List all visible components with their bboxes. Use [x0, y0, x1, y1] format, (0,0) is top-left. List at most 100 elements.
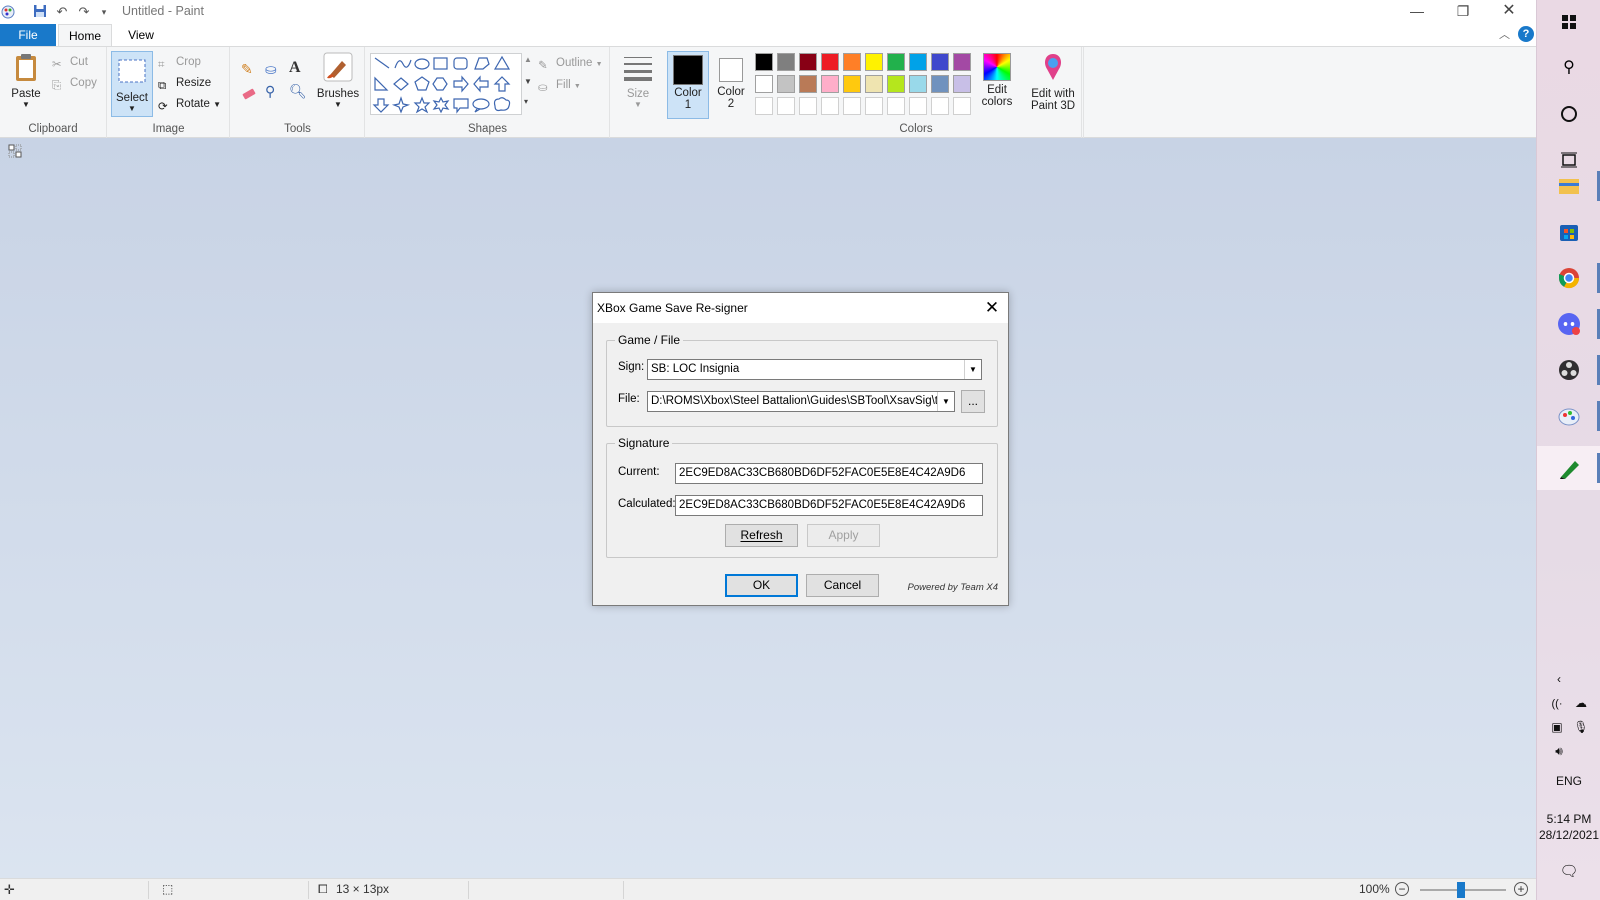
file-explorer-icon[interactable] [1553, 170, 1585, 202]
custom-color-slot[interactable] [887, 97, 905, 115]
brushes-button[interactable]: Brushes ▼ [314, 51, 362, 109]
maximize-button[interactable]: ❐ [1440, 0, 1486, 24]
paint-taskbar-icon[interactable] [1553, 400, 1585, 432]
expand-gallery-icon[interactable]: ▾ [524, 97, 528, 106]
microphone-icon[interactable]: 🎙︎ [1573, 720, 1589, 734]
cancel-button[interactable]: Cancel [806, 574, 879, 597]
apply-button[interactable]: Apply [807, 524, 880, 547]
custom-color-slot[interactable] [865, 97, 883, 115]
color-swatch[interactable] [953, 75, 971, 93]
text-tool-icon[interactable]: A [289, 59, 305, 76]
color2-button[interactable]: Color 2 [711, 51, 751, 119]
zoom-slider-thumb[interactable] [1457, 882, 1465, 898]
scroll-up-icon[interactable]: ▲ [524, 55, 532, 64]
custom-color-slot[interactable] [799, 97, 817, 115]
volume-icon[interactable]: 🔊︎ [1549, 744, 1569, 759]
calculated-signature-field[interactable]: 2EC9ED8AC33CB680BD6DF52FAC0E5E8E4C42A9D6 [675, 495, 983, 516]
color-swatch[interactable] [931, 53, 949, 71]
color-swatch[interactable] [865, 53, 883, 71]
scroll-down-icon[interactable]: ▼ [524, 77, 532, 86]
color-swatch[interactable] [799, 75, 817, 93]
color-swatch[interactable] [865, 75, 883, 93]
edit-colors-button[interactable]: Edit colors [973, 51, 1021, 108]
color-swatch[interactable] [887, 75, 905, 93]
custom-color-slot[interactable] [777, 97, 795, 115]
canvas-resize-handle-icon[interactable] [8, 144, 22, 158]
copy-button[interactable]: ⎘ Copy [52, 73, 97, 93]
color-swatch[interactable] [777, 75, 795, 93]
crop-button[interactable]: ⌗ Crop [158, 52, 201, 72]
zoom-in-button[interactable]: + [1514, 882, 1528, 896]
select-button[interactable]: Select ▼ [111, 51, 153, 117]
close-button[interactable]: ✕ [1486, 0, 1532, 24]
undo-icon[interactable]: ↶ [54, 4, 70, 20]
color-swatch[interactable] [777, 53, 795, 71]
show-hidden-icons-icon[interactable]: ‹ [1551, 672, 1567, 686]
color-swatch[interactable] [843, 75, 861, 93]
minimize-button[interactable]: — [1394, 0, 1440, 24]
help-icon[interactable]: ? [1518, 26, 1534, 42]
size-button[interactable]: Size ▼ [617, 51, 659, 109]
meet-now-icon[interactable]: ▣ [1549, 720, 1565, 734]
resize-button[interactable]: ⧉ Resize [158, 73, 211, 93]
rotate-button[interactable]: ⟳ Rotate ▼ [158, 94, 221, 114]
eraser-icon[interactable] [241, 85, 257, 101]
current-signature-field[interactable]: 2EC9ED8AC33CB680BD6DF52FAC0E5E8E4C42A9D6 [675, 463, 983, 484]
cut-button[interactable]: ✂ Cut [52, 52, 88, 72]
fill-bucket-icon[interactable]: ⛀ [265, 61, 281, 77]
color-swatch[interactable] [755, 75, 773, 93]
outline-button[interactable]: ✎ Outline ▼ [538, 53, 603, 73]
magnifier-icon[interactable]: 🔍︎ [289, 83, 307, 99]
file-dropdown[interactable]: D:\ROMS\Xbox\Steel Battalion\Guides\SBTo… [647, 391, 955, 412]
browse-button[interactable]: ... [961, 390, 985, 413]
color-swatch[interactable] [821, 75, 839, 93]
edit-with-paint3d-button[interactable]: Edit with Paint 3D [1022, 51, 1084, 112]
tab-home[interactable]: Home [58, 24, 112, 46]
pencil-icon[interactable]: ✎ [241, 61, 257, 77]
windows-start-icon[interactable] [1553, 6, 1585, 38]
paste-button[interactable]: Paste ▼ [6, 51, 46, 109]
color-swatch[interactable] [909, 75, 927, 93]
input-language[interactable]: ENG [1545, 774, 1593, 788]
save-icon[interactable] [32, 4, 48, 20]
color-swatch[interactable] [799, 53, 817, 71]
zoom-out-button[interactable]: − [1395, 882, 1409, 896]
color-swatch[interactable] [931, 75, 949, 93]
color-picker-icon[interactable]: ⚲ [265, 83, 281, 99]
discord-icon[interactable] [1553, 308, 1585, 340]
sign-dropdown[interactable]: SB: LOC Insignia ▼ [647, 359, 982, 380]
collapse-ribbon-icon[interactable]: ︿ [1499, 26, 1510, 42]
clock-time[interactable]: 5:14 PM [1537, 812, 1600, 826]
color-swatch[interactable] [821, 53, 839, 71]
color1-button[interactable]: Color 1 [667, 51, 709, 119]
tab-file[interactable]: File [0, 24, 56, 46]
color-swatch[interactable] [887, 53, 905, 71]
onedrive-icon[interactable]: ☁ [1573, 696, 1589, 710]
search-icon[interactable]: ⚲ [1553, 52, 1585, 84]
custom-color-slot[interactable] [953, 97, 971, 115]
custom-color-slot[interactable] [909, 97, 927, 115]
marker-app-icon[interactable] [1553, 452, 1585, 484]
cortana-icon[interactable] [1553, 98, 1585, 130]
color-swatch[interactable] [953, 53, 971, 71]
custom-color-slot[interactable] [755, 97, 773, 115]
clock-date[interactable]: 28/12/2021 [1537, 828, 1600, 842]
shapes-gallery[interactable] [370, 53, 522, 115]
paint-app-icon[interactable] [0, 4, 16, 20]
color-swatch[interactable] [909, 53, 927, 71]
dialog-close-icon[interactable]: ✕ [978, 295, 1006, 321]
custom-color-slot[interactable] [931, 97, 949, 115]
color-swatch[interactable] [843, 53, 861, 71]
chrome-icon[interactable] [1553, 262, 1585, 294]
refresh-button[interactable]: Refresh [725, 524, 798, 547]
ok-button[interactable]: OK [725, 574, 798, 597]
custom-color-slot[interactable] [843, 97, 861, 115]
custom-color-slot[interactable] [821, 97, 839, 115]
notifications-icon[interactable]: 🗨︎ [1559, 862, 1579, 880]
microsoft-store-icon[interactable] [1553, 216, 1585, 248]
fill-button[interactable]: ⛀ Fill ▼ [538, 75, 581, 95]
color-swatch[interactable] [755, 53, 773, 71]
network-icon[interactable]: ((· [1549, 698, 1565, 710]
customize-quick-access-icon[interactable]: ▾ [96, 4, 112, 20]
redo-icon[interactable]: ↷ [76, 4, 92, 20]
